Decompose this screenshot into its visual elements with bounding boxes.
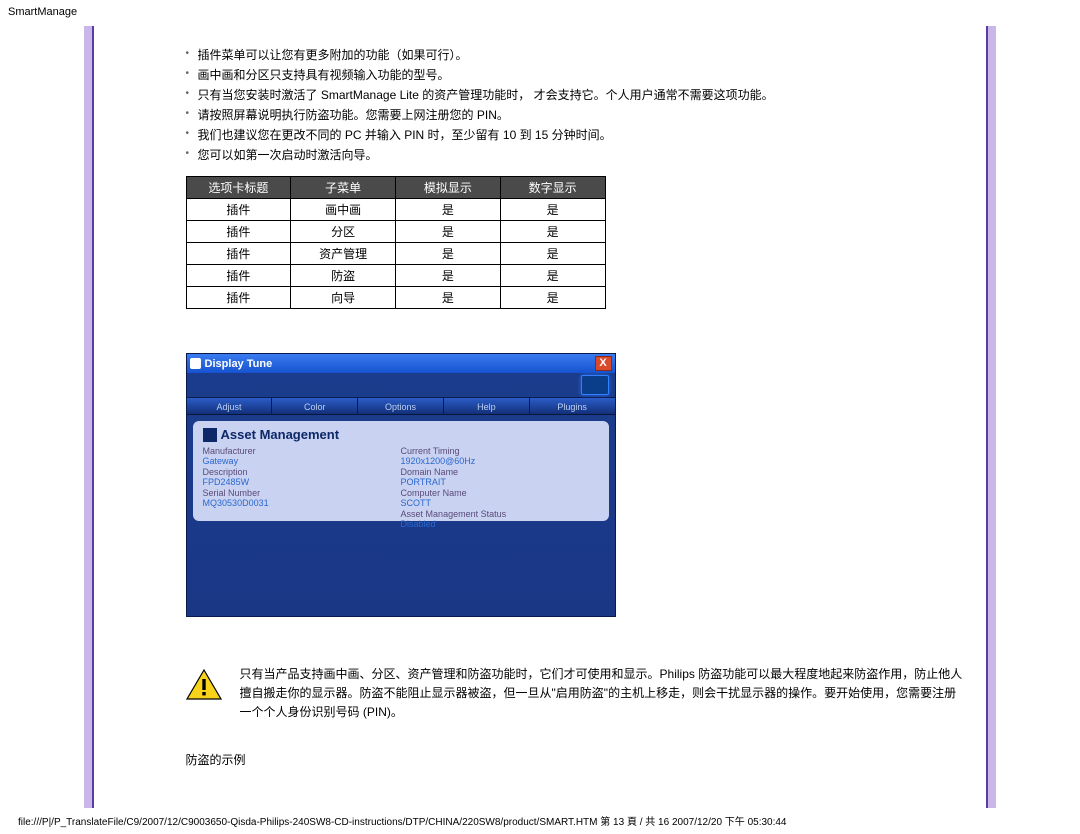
table-row: 插件防盗是是 <box>186 265 605 287</box>
footer-path: file:///P|/P_TranslateFile/C9/2007/12/C9… <box>18 813 787 828</box>
screenshot-tab: Color <box>272 398 358 414</box>
asset-management-panel: Asset Management ManufacturerGatewayDesc… <box>193 421 609 521</box>
table-row: 插件分区是是 <box>186 221 605 243</box>
close-icon[interactable]: X <box>595 356 612 371</box>
table-cell: 插件 <box>186 221 291 243</box>
warning-text: 只有当产品支持画中画、分区、资产管理和防盗功能时，它们才可使用和显示。Phili… <box>240 665 967 723</box>
panel-title: Asset Management <box>221 427 339 442</box>
brand-badge <box>581 375 609 395</box>
table-header: 选项卡标题 <box>186 177 291 199</box>
field-value: Disabled <box>401 519 599 529</box>
table-cell: 插件 <box>186 287 291 309</box>
note-item: 您可以如第一次启动时激活向导。 <box>186 146 967 164</box>
field-value: FPD2485W <box>203 477 401 487</box>
table-cell: 向导 <box>291 287 396 309</box>
field-value: SCOTT <box>401 498 599 508</box>
table-cell: 是 <box>396 221 501 243</box>
field-value: MQ30530D0031 <box>203 498 401 508</box>
field-label: Current Timing <box>401 446 599 456</box>
table-row: 插件资产管理是是 <box>186 243 605 265</box>
field-label: Domain Name <box>401 467 599 477</box>
field-label: Computer Name <box>401 488 599 498</box>
table-cell: 插件 <box>186 243 291 265</box>
table-row: 插件向导是是 <box>186 287 605 309</box>
field-label: Serial Number <box>203 488 401 498</box>
features-table: 选项卡标题子菜单模拟显示数字显示 插件画中画是是插件分区是是插件资产管理是是插件… <box>186 176 606 309</box>
window-title: Display Tune <box>205 358 273 370</box>
screenshot-display-tune: Display Tune X AdjustColorOptionsHelpPlu… <box>186 353 616 617</box>
note-item: 我们也建议您在更改不同的 PC 并输入 PIN 时，至少留有 10 到 15 分… <box>186 126 967 144</box>
screenshot-tab: Adjust <box>187 398 273 414</box>
screenshot-tab: Plugins <box>530 398 615 414</box>
note-item: 请按照屏幕说明执行防盗功能。您需要上网注册您的 PIN。 <box>186 106 967 124</box>
field-label: Description <box>203 467 401 477</box>
field-label: Manufacturer <box>203 446 401 456</box>
table-row: 插件画中画是是 <box>186 199 605 221</box>
notes-list: 插件菜单可以让您有更多附加的功能（如果可行）。画中画和分区只支持具有视频输入功能… <box>186 46 967 164</box>
panel-icon <box>203 428 217 442</box>
table-cell: 是 <box>396 199 501 221</box>
warning-icon <box>186 669 222 704</box>
table-cell: 分区 <box>291 221 396 243</box>
left-border <box>84 26 94 808</box>
note-item: 只有当您安装时激活了 SmartManage Lite 的资产管理功能时， 才会… <box>186 86 967 104</box>
field-label: Asset Management Status <box>401 509 599 519</box>
table-header: 模拟显示 <box>396 177 501 199</box>
screenshot-tab: Help <box>444 398 530 414</box>
table-cell: 是 <box>500 243 605 265</box>
note-item: 画中画和分区只支持具有视频输入功能的型号。 <box>186 66 967 84</box>
window-titlebar: Display Tune X <box>187 354 615 373</box>
screenshot-tabs: AdjustColorOptionsHelpPlugins <box>187 397 615 415</box>
table-cell: 是 <box>396 287 501 309</box>
table-cell: 插件 <box>186 265 291 287</box>
table-header: 数字显示 <box>500 177 605 199</box>
table-cell: 插件 <box>186 199 291 221</box>
window-icon <box>190 358 201 369</box>
table-cell: 是 <box>396 265 501 287</box>
table-cell: 是 <box>500 265 605 287</box>
table-header-row: 选项卡标题子菜单模拟显示数字显示 <box>186 177 605 199</box>
page-title: SmartManage <box>0 0 1080 18</box>
note-item: 插件菜单可以让您有更多附加的功能（如果可行）。 <box>186 46 967 64</box>
table-cell: 是 <box>500 221 605 243</box>
field-value: 1920x1200@60Hz <box>401 456 599 466</box>
table-header: 子菜单 <box>291 177 396 199</box>
field-value: Gateway <box>203 456 401 466</box>
screenshot-tab: Options <box>358 398 444 414</box>
table-cell: 防盗 <box>291 265 396 287</box>
field-value: PORTRAIT <box>401 477 599 487</box>
table-cell: 是 <box>500 199 605 221</box>
table-cell: 资产管理 <box>291 243 396 265</box>
table-cell: 是 <box>500 287 605 309</box>
subheading: 防盗的示例 <box>186 751 967 768</box>
table-cell: 画中画 <box>291 199 396 221</box>
table-cell: 是 <box>396 243 501 265</box>
right-border <box>986 26 996 808</box>
